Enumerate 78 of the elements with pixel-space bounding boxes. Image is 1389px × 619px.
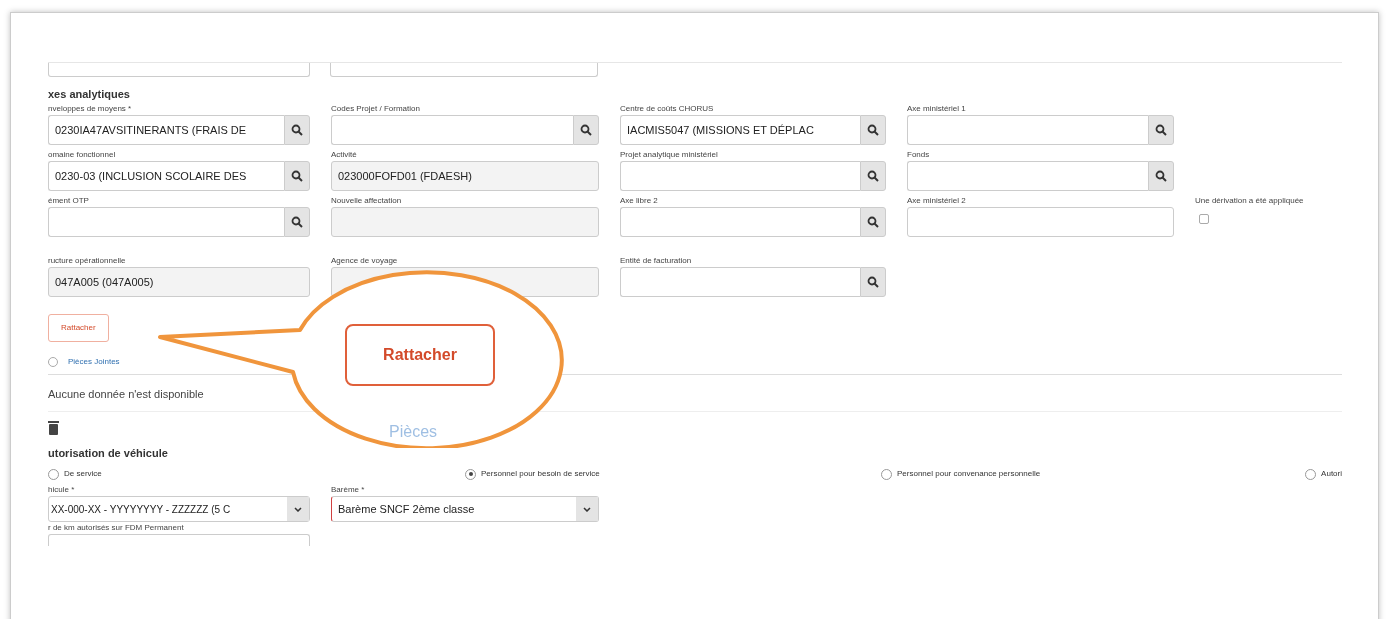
field-label: omaine fonctionnel <box>48 149 117 161</box>
attachments-link[interactable]: Pièces Jointes <box>68 356 120 368</box>
search-icon <box>867 216 879 228</box>
faint-heading: Pièces <box>389 422 438 442</box>
text-field[interactable]: 047A005 (047A005) <box>48 267 310 297</box>
field-label: Barème * <box>331 484 366 496</box>
search-button[interactable] <box>860 267 886 297</box>
checkbox-label: Une dérivation a été appliquée <box>1195 195 1305 207</box>
search-button[interactable] <box>284 115 310 145</box>
attach-button-enlarged[interactable]: Rattacher <box>345 324 495 386</box>
radio-button[interactable] <box>881 468 892 480</box>
text-field[interactable] <box>907 115 1148 145</box>
search-button[interactable] <box>1148 115 1174 145</box>
text-field[interactable] <box>48 63 310 77</box>
text-field[interactable] <box>620 267 860 297</box>
empty-message: Aucune donnée n'est disponible <box>48 388 204 400</box>
field-label: nveloppes de moyens * <box>48 103 133 115</box>
text-field[interactable] <box>620 207 860 237</box>
field-label: Axe libre 2 <box>620 195 659 207</box>
radio-button[interactable] <box>1305 468 1317 480</box>
text-field[interactable] <box>620 161 860 191</box>
search-button[interactable] <box>860 161 886 191</box>
radio-button[interactable] <box>48 468 59 480</box>
field-label: Axe ministériel 2 <box>907 195 967 207</box>
field-label: ructure opérationnelle <box>48 255 127 267</box>
field-label: Projet analytique ministériel <box>620 149 719 161</box>
search-icon <box>867 276 879 288</box>
text-field[interactable] <box>907 161 1148 191</box>
field-label: Codes Projet / Formation <box>331 103 421 115</box>
field-label: Activité <box>331 149 358 161</box>
radio-label: Autori <box>1321 468 1342 480</box>
search-icon <box>291 124 303 136</box>
radio-label: Personnel pour convenance personnelle <box>897 468 1041 480</box>
search-icon <box>867 170 879 182</box>
search-icon <box>867 124 879 136</box>
field-label: Nouvelle affectation <box>331 195 403 207</box>
checkbox[interactable] <box>48 357 58 367</box>
vehicle-select[interactable]: XX-000-XX - YYYYYYYY - ZZZZZZ (5 C <box>48 496 310 522</box>
text-field[interactable] <box>331 207 599 237</box>
trash-icon[interactable] <box>48 419 59 435</box>
text-field[interactable] <box>331 115 573 145</box>
field-label: Fonds <box>907 149 931 161</box>
text-field[interactable]: 0230IA47AVSITINERANTS (FRAIS DE <box>48 115 284 145</box>
search-icon <box>291 216 303 228</box>
search-icon <box>291 170 303 182</box>
radio-label: Personnel pour besoin de service <box>481 468 600 480</box>
section-heading: xes analytiques <box>48 87 131 102</box>
scale-select[interactable]: Barème SNCF 2ème classe <box>331 496 599 522</box>
caret-icon <box>576 497 598 521</box>
text-field[interactable] <box>330 63 598 77</box>
search-button[interactable] <box>573 115 599 145</box>
field-label: Agence de voyage <box>331 255 399 267</box>
search-icon <box>1155 124 1167 136</box>
km-field[interactable] <box>48 534 310 546</box>
attach-button[interactable]: Rattacher <box>48 314 109 342</box>
search-button[interactable] <box>860 115 886 145</box>
search-button[interactable] <box>284 207 310 237</box>
text-field[interactable] <box>907 207 1174 237</box>
field-label: ément OTP <box>48 195 90 207</box>
text-field[interactable] <box>48 207 284 237</box>
field-label: hicule * <box>48 484 76 496</box>
search-icon <box>1155 170 1167 182</box>
field-label: r de km autorisés sur FDM Permanent <box>48 522 185 534</box>
section-heading: utorisation de véhicule <box>48 446 169 461</box>
radio-label: De service <box>64 468 102 480</box>
search-icon <box>580 124 592 136</box>
search-button[interactable] <box>284 161 310 191</box>
search-button[interactable] <box>860 207 886 237</box>
caret-icon <box>287 497 309 521</box>
field-label: Axe ministériel 1 <box>907 103 967 115</box>
field-label: Centre de coûts CHORUS <box>620 103 715 115</box>
field-label: Entité de facturation <box>620 255 693 267</box>
text-field[interactable]: IACMIS5047 (MISSIONS ET DÉPLAC <box>620 115 860 145</box>
text-field[interactable]: 0230-03 (INCLUSION SCOLAIRE DES <box>48 161 284 191</box>
checkbox[interactable] <box>1199 214 1209 224</box>
radio-button[interactable] <box>465 468 476 480</box>
text-field[interactable]: 023000FOFD01 (FDAESH) <box>331 161 599 191</box>
search-button[interactable] <box>1148 161 1174 191</box>
